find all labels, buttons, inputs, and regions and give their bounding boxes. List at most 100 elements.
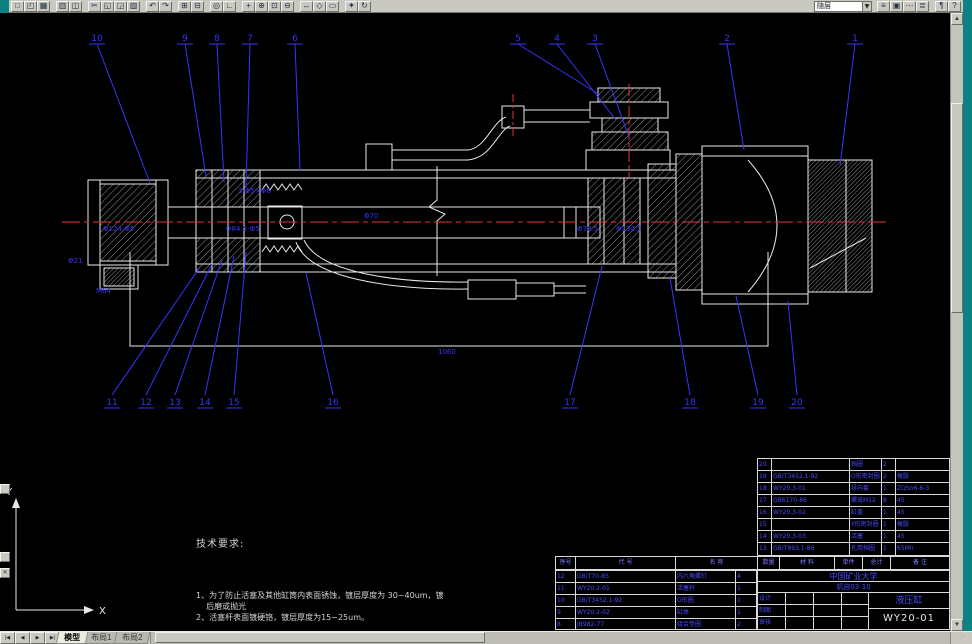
properties-button[interactable]: ¶ — [935, 0, 948, 12]
open-icon: ◰ — [26, 1, 35, 10]
horizontal-scrollbar-thumb[interactable] — [154, 632, 485, 643]
area-button[interactable]: ◇ — [313, 0, 326, 12]
lineweight-button[interactable]: ≣ — [916, 0, 929, 12]
ucs-x-label: X — [99, 606, 106, 617]
parts-list-lower: 12 GB/T70-85 内六角螺钉 4 11 WY20.2-01 活塞杆 1 10 GB/T34… — [555, 570, 757, 630]
ucs-button[interactable]: ∟ — [223, 0, 236, 12]
insert-block-button[interactable]: ⊞ — [178, 0, 191, 12]
match-properties-button[interactable]: ▨ — [127, 0, 140, 12]
distance-button[interactable]: ↔ — [300, 0, 313, 12]
callout-18-label: 18 — [684, 398, 696, 408]
layout-tabs: 模型 布局1 布局2 — [55, 632, 152, 644]
lineweight-icon: ≣ — [919, 1, 926, 10]
distance-icon: ↔ — [302, 1, 311, 10]
callout-7-label: 7 — [247, 34, 253, 44]
copy-button[interactable]: ◱ — [101, 0, 114, 12]
ucs-icon: X Y — [5, 487, 106, 617]
tab-model-label: 模型 — [64, 633, 81, 642]
title-block-cell: 1 — [882, 531, 896, 542]
zoom-previous-button[interactable]: ⊖ — [281, 0, 294, 12]
title-block-cell: O形圈 — [676, 595, 736, 606]
redo-button[interactable]: ↷ — [159, 0, 172, 12]
redraw-button[interactable]: ✦ — [345, 0, 358, 12]
title-block-row: 18 WY20.3-01 导向套 1 ZQSn6-6-3 — [758, 483, 949, 495]
drawing-number: WY20-01 — [882, 613, 936, 624]
tab-model[interactable]: 模型 — [55, 632, 89, 644]
callout-16-leader — [305, 272, 334, 396]
layer-color-button[interactable]: ▣ — [890, 0, 903, 12]
title-block-cell: 缸体 — [676, 607, 736, 618]
scroll-down-icon[interactable]: ▼ — [951, 619, 963, 631]
title-block-cell: GB/T893.1-86 — [772, 543, 850, 555]
zoom-window-button[interactable]: ⊡ — [268, 0, 281, 12]
regen-button[interactable]: ↻ — [358, 0, 371, 12]
title-block-cell: 制图 — [758, 605, 786, 616]
zoom-realtime-button[interactable]: ⊕ — [255, 0, 268, 12]
dock-close-icon[interactable]: ✕ — [0, 568, 10, 578]
drawing-canvas[interactable]: 10 9 8 7 6 5 4 3 2 1 11 12 13 14 15 16 17 18 19 20 Φ124-Φ5 Φ… — [0, 0, 972, 644]
title-block-cell: 4 — [737, 573, 741, 580]
callout-1-label: 1 — [852, 34, 858, 44]
dim-label: Φ78.5 — [577, 225, 598, 233]
tab-nav-prev-button[interactable]: ◀ — [15, 632, 30, 644]
callout-3-label: 3 — [592, 34, 598, 44]
callout-4-label: 4 — [554, 34, 560, 44]
callout-19-label: 19 — [752, 398, 764, 408]
title-block-cell: 1 — [737, 585, 741, 592]
print-button[interactable]: ▥ — [56, 0, 69, 12]
title-block-cell: 14 — [758, 531, 772, 542]
title-block-cell — [786, 617, 814, 629]
vertical-scrollbar-track[interactable]: ▲ ▼ — [950, 13, 963, 631]
callout-18-leader — [669, 277, 691, 396]
autocad-window: 10 9 8 7 6 5 4 3 2 1 11 12 13 14 15 16 17 18 19 20 Φ124-Φ5 Φ… — [0, 0, 972, 644]
paste-button[interactable]: ◲ — [114, 0, 127, 12]
title-block-cell: 8 — [882, 495, 896, 506]
title-block-cell: GB/T3452.1-92 — [772, 471, 850, 482]
title-block-row: 16 WY20.3-02 缸盖 1 45 — [758, 507, 949, 519]
list-button[interactable]: ▭ — [326, 0, 339, 12]
dock-button-1[interactable] — [0, 484, 10, 494]
title-block-row: 审核 — [758, 617, 868, 629]
tech-requirement-line: 2、活塞杆表面镀硬铬，镀层厚度为15~25um。 — [196, 613, 370, 622]
class-number: 机自03-10 — [758, 582, 949, 593]
ucs-icon: ∟ — [225, 1, 234, 10]
title-block-cell: 孔用挡圈 — [850, 543, 882, 555]
cut-button[interactable]: ✂ — [88, 0, 101, 12]
tab-nav-first-button[interactable]: |◀ — [0, 632, 15, 644]
tab-layout2[interactable]: 布局2 — [114, 632, 152, 644]
technical-requirements-title: 技术要求: — [196, 539, 245, 550]
tab-layout2-label: 布局2 — [122, 633, 144, 642]
toolbar-button-group: □ ◰ ▦ ▥ ◫ ✂ ◱ ◲ ▨ ↶ ↷ ⊞ ⊟ ◎ ∟ + ⊕ ⊡ ⊖ ↔ ◇ ▭ ✦ ↻ — [9, 0, 373, 13]
title-block-cell: 9 — [556, 607, 576, 618]
object-snap-button[interactable]: ◎ — [210, 0, 223, 12]
properties-icon: ¶ — [939, 1, 944, 10]
horizontal-scrollbar[interactable] — [149, 632, 950, 644]
dock-button-2[interactable] — [0, 552, 10, 562]
title-block-cell: 45 — [897, 497, 905, 504]
new-button[interactable]: □ — [11, 0, 24, 12]
open-button[interactable]: ◰ — [24, 0, 37, 12]
title-block-cell: GB6170-86 — [772, 495, 850, 506]
layer-combo[interactable]: 随层 ▼ — [814, 0, 872, 12]
pan-button[interactable]: + — [242, 0, 255, 12]
save-button[interactable]: ▦ — [37, 0, 50, 12]
tab-nav-next-button[interactable]: ▶ — [30, 632, 45, 644]
scroll-up-icon[interactable]: ▲ — [951, 13, 963, 25]
callout-15-label: 15 — [228, 398, 239, 408]
undo-button[interactable]: ↶ — [146, 0, 159, 12]
callout-6-leader — [294, 43, 301, 171]
title-block-row: 设计 — [758, 593, 868, 605]
title-block-cell: 18 — [758, 483, 772, 494]
linetype-button[interactable]: ⋯ — [903, 0, 916, 12]
layers-button[interactable]: ≡ — [877, 0, 890, 12]
external-reference-button[interactable]: ⊟ — [191, 0, 204, 12]
resize-corner[interactable]: ⋰ — [950, 632, 972, 644]
print-preview-button[interactable]: ◫ — [69, 0, 82, 12]
callout-9-label: 9 — [182, 34, 188, 44]
vertical-scrollbar-thumb[interactable] — [951, 103, 963, 313]
insert-block-icon: ⊞ — [181, 1, 188, 10]
title-block-cell: 缸盖 — [850, 507, 882, 518]
title-block: 20 挡圈 2 19 GB/T3452.1-92 O形密封圈 2 橡胶 18 WY20.3-01 导… — [555, 458, 950, 630]
chevron-down-icon[interactable]: ▼ — [862, 1, 871, 11]
help-button[interactable]: ? — [948, 0, 961, 12]
